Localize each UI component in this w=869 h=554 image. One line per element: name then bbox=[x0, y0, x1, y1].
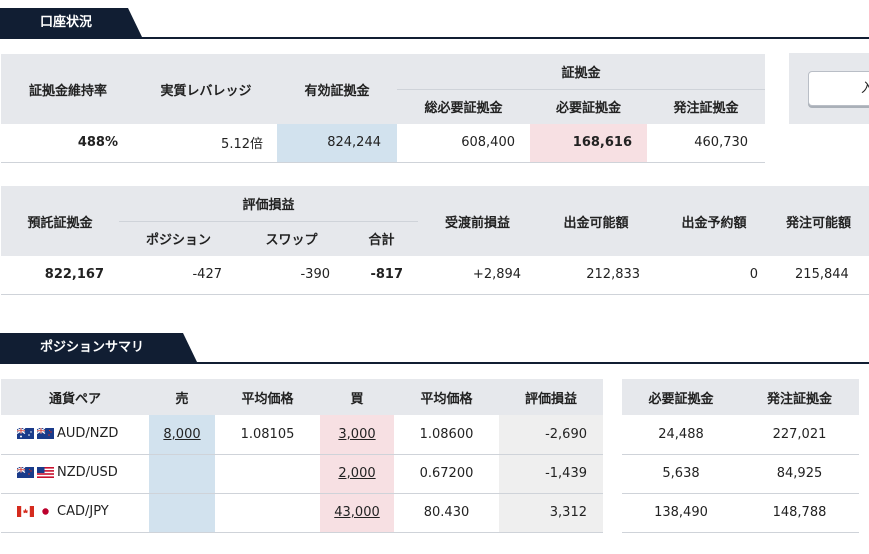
scheduled-withdrawal-header: 出金予約額 bbox=[655, 186, 774, 256]
required-margin-header: 必要証拠金 bbox=[530, 88, 647, 124]
table-row: 5,638 84,925 bbox=[622, 454, 859, 494]
total-pl-value: -817 bbox=[345, 256, 419, 295]
order-margin-header: 発注証拠金 bbox=[740, 379, 859, 415]
position-margin-table: 必要証拠金 発注証拠金 24,488 227,021 5,638 84,925 … bbox=[622, 379, 859, 533]
buy-header: 買 bbox=[320, 379, 394, 415]
table-row: 138,490 148,788 bbox=[622, 493, 859, 533]
japan-flag-icon bbox=[37, 506, 54, 517]
leverage-value: 5.12倍 bbox=[135, 124, 277, 163]
sell-avg-price-cell: 1.08105 bbox=[215, 415, 320, 455]
australia-flag-icon bbox=[17, 427, 34, 439]
sell-quantity-link[interactable]: 8,000 bbox=[163, 427, 200, 442]
deposit-header: 預託証拠金 bbox=[1, 186, 119, 256]
pair-header: 通貨ペア bbox=[1, 379, 149, 415]
order-margin-cell: 227,021 bbox=[740, 415, 859, 455]
orderable-value: 215,844 bbox=[773, 256, 869, 295]
pre-settlement-pl-header: 受渡前損益 bbox=[418, 186, 538, 256]
margin-ratio-value: 488% bbox=[1, 124, 135, 163]
effective-margin-header: 有効証拠金 bbox=[277, 54, 397, 124]
balance-table: 預託証拠金 評価損益 受渡前損益 出金可能額 出金予約額 発注可能額 ポジション… bbox=[1, 186, 869, 295]
sell-quantity-cell bbox=[149, 454, 215, 494]
required-margin-value: 168,616 bbox=[530, 124, 647, 163]
required-margin-cell: 24,488 bbox=[622, 415, 740, 455]
order-margin-cell: 148,788 bbox=[740, 493, 859, 533]
pair-label: NZD/USD bbox=[57, 465, 118, 480]
total-required-margin-header: 総必要証拠金 bbox=[397, 88, 530, 124]
buy-avg-price-cell: 1.08600 bbox=[394, 415, 499, 455]
table-row: NZD/USD 2,000 0.67200 -1,439 bbox=[1, 454, 603, 494]
position-summary-title: ポジションサマリ bbox=[0, 333, 197, 362]
position-pl-header: ポジション bbox=[119, 220, 238, 256]
buy-quantity-link[interactable]: 3,000 bbox=[338, 427, 375, 442]
pl-cell: -1,439 bbox=[499, 454, 603, 494]
margin-ratio-header: 証拠金維持率 bbox=[1, 54, 135, 124]
account-status-table: 証拠金維持率 実質レバレッジ 有効証拠金 証拠金 総必要証拠金 必要証拠金 発注… bbox=[1, 54, 766, 163]
required-margin-cell: 5,638 bbox=[622, 454, 740, 494]
sell-avg-header: 平均価格 bbox=[215, 379, 320, 415]
side-action-button[interactable]: 入 bbox=[808, 71, 869, 106]
swap-header: スワップ bbox=[238, 220, 345, 256]
usa-flag-icon bbox=[37, 467, 54, 478]
buy-quantity-link[interactable]: 2,000 bbox=[338, 466, 375, 481]
margin-group-header: 証拠金 bbox=[397, 54, 766, 89]
total-required-margin-value: 608,400 bbox=[397, 124, 530, 163]
leverage-header: 実質レバレッジ bbox=[135, 54, 277, 124]
buy-avg-price-cell: 80.430 bbox=[394, 493, 499, 533]
pair-cell: CAD/JPY bbox=[1, 493, 149, 533]
required-margin-cell: 138,490 bbox=[622, 493, 740, 533]
buy-quantity-cell: 2,000 bbox=[320, 454, 394, 494]
account-status-title: 口座状況 bbox=[0, 8, 142, 37]
sell-quantity-cell bbox=[149, 493, 215, 533]
buy-quantity-cell: 3,000 bbox=[320, 415, 394, 455]
account-status-section-header: 口座状況 bbox=[0, 8, 869, 39]
canada-flag-icon bbox=[17, 506, 34, 517]
position-pl-value: -427 bbox=[119, 256, 238, 295]
buy-quantity-cell: 43,000 bbox=[320, 493, 394, 533]
pair-label: CAD/JPY bbox=[57, 504, 109, 519]
withdrawable-value: 212,833 bbox=[537, 256, 656, 295]
order-margin-value: 460,730 bbox=[647, 124, 766, 163]
pre-settlement-pl-value: +2,894 bbox=[418, 256, 538, 295]
table-row: AUD/NZD 8,000 1.08105 3,000 1.08600 -2,6… bbox=[1, 415, 603, 455]
pl-header: 評価損益 bbox=[499, 379, 603, 415]
pl-cell: 3,312 bbox=[499, 493, 603, 533]
required-margin-header: 必要証拠金 bbox=[622, 379, 740, 415]
sell-header: 売 bbox=[149, 379, 215, 415]
sell-avg-price-cell bbox=[215, 493, 320, 533]
total-pl-header: 合計 bbox=[345, 220, 419, 256]
withdrawable-header: 出金可能額 bbox=[537, 186, 656, 256]
table-row: 24,488 227,021 bbox=[622, 415, 859, 455]
buy-quantity-link[interactable]: 43,000 bbox=[334, 505, 380, 520]
pair-label: AUD/NZD bbox=[57, 425, 119, 441]
buy-avg-price-cell: 0.67200 bbox=[394, 454, 499, 494]
buy-avg-header: 平均価格 bbox=[394, 379, 499, 415]
pl-cell: -2,690 bbox=[499, 415, 603, 455]
table-row: CAD/JPY 43,000 80.430 3,312 bbox=[1, 493, 603, 533]
pl-group-header: 評価損益 bbox=[119, 186, 419, 221]
orderable-header: 発注可能額 bbox=[773, 186, 869, 256]
position-summary-table: 通貨ペア 売 平均価格 買 平均価格 評価損益 AUD/NZD 8,000 1.… bbox=[1, 379, 603, 533]
new-zealand-flag-icon bbox=[37, 427, 54, 439]
effective-margin-value: 824,244 bbox=[277, 124, 397, 163]
order-margin-header: 発注証拠金 bbox=[647, 88, 766, 124]
position-summary-section-header: ポジションサマリ bbox=[0, 333, 869, 364]
sell-avg-price-cell bbox=[215, 454, 320, 494]
sell-quantity-cell: 8,000 bbox=[149, 415, 215, 455]
pair-cell: AUD/NZD bbox=[1, 415, 149, 455]
deposit-value: 822,167 bbox=[1, 256, 119, 295]
pair-cell: NZD/USD bbox=[1, 454, 149, 494]
order-margin-cell: 84,925 bbox=[740, 454, 859, 494]
swap-value: -390 bbox=[238, 256, 345, 295]
scheduled-withdrawal-value: 0 bbox=[655, 256, 774, 295]
new-zealand-flag-icon bbox=[17, 467, 34, 478]
